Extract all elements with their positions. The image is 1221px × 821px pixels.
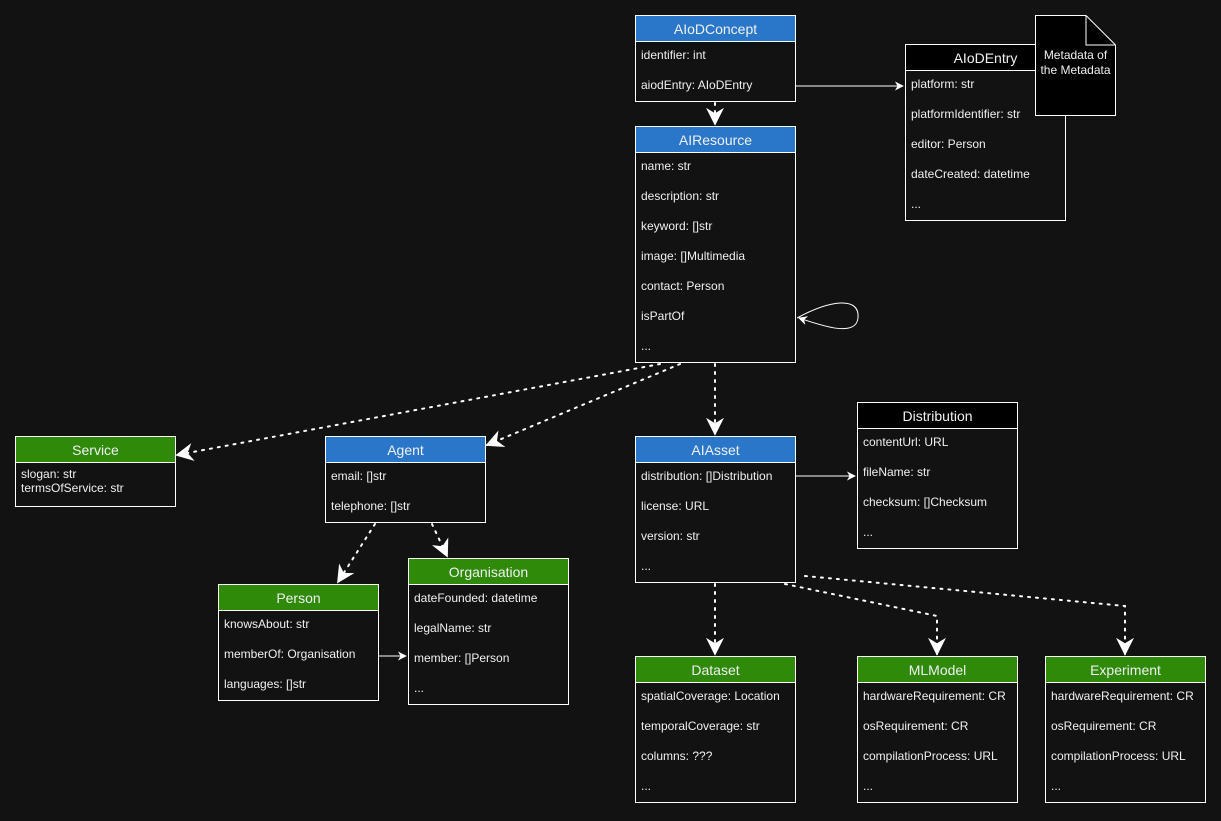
attribute-row: distribution: []Distribution: [641, 469, 773, 483]
edge-agent-person: [337, 523, 376, 584]
attribute-row: dateFounded: datetime: [414, 591, 538, 605]
attribute-row: ...: [641, 559, 652, 573]
attribute-row: languages: []str: [224, 677, 307, 691]
edge-asset-experiment: [804, 575, 1134, 656]
class-box-aiodconcept[interactable]: AIoDConcept identifier: int aiodEntry: AIo…: [635, 15, 796, 102]
class-box-distribution[interactable]: Distribution contentUrl: URL fileName: str…: [857, 402, 1018, 549]
attribute-row: member: []Person: [414, 651, 510, 665]
class-title: Organisation: [409, 559, 568, 585]
attribute-row: name: str: [641, 159, 692, 173]
attribute-list: distribution: []Distribution license: URL…: [636, 461, 795, 581]
attribute-row: image: []Multimedia: [641, 249, 746, 263]
edge-asset-mlmodel: [784, 583, 946, 656]
class-title: Distribution: [858, 403, 1017, 429]
attribute-row: ...: [1051, 779, 1062, 793]
attribute-row: spatialCoverage: Location: [641, 689, 780, 703]
attribute-list: email: []str telephone: []str: [326, 461, 485, 521]
attribute-row: osRequirement: CR: [1051, 719, 1157, 733]
attribute-list: name: str description: str keyword: []str i…: [636, 151, 795, 361]
attribute-list: identifier: int aiodEntry: AIoDEntry: [636, 40, 795, 100]
attribute-row: checksum: []Checksum: [863, 495, 988, 509]
attribute-row: ...: [414, 681, 425, 695]
attribute-row: telephone: []str: [331, 499, 411, 513]
class-box-dataset[interactable]: Dataset spatialCoverage: Location temporal…: [635, 656, 796, 803]
attribute-row: memberOf: Organisation: [224, 647, 356, 661]
attribute-list: dateFounded: datetime legalName: str membe…: [409, 583, 568, 703]
attribute-row: editor: Person: [911, 137, 986, 151]
attribute-row: license: URL: [641, 499, 710, 513]
class-box-organisation[interactable]: Organisation dateFounded: datetime legalNa…: [408, 558, 569, 705]
class-box-agent[interactable]: Agent email: []str telephone: []str: [325, 436, 486, 523]
class-title: AIoDConcept: [636, 16, 795, 42]
attribute-row: compilationProcess: URL: [1051, 749, 1186, 763]
attribute-row: termsOfService: str: [21, 481, 124, 495]
attribute-row: legalName: str: [414, 621, 492, 635]
attribute-row: ...: [863, 525, 874, 539]
attribute-row: identifier: int: [641, 48, 706, 62]
attribute-row: aiodEntry: AIoDEntry: [641, 78, 753, 92]
class-title: Agent: [326, 437, 485, 463]
class-box-mlmodel[interactable]: MLModel hardwareRequirement: CR osRequirem…: [857, 656, 1018, 803]
attribute-row: ...: [641, 339, 652, 353]
class-title: Dataset: [636, 657, 795, 683]
class-title: Service: [16, 437, 175, 463]
note-line-1: Metadata of: [1043, 48, 1108, 62]
attribute-row: contentUrl: URL: [863, 435, 949, 449]
attribute-row: hardwareRequirement: CR: [863, 689, 1006, 703]
class-title: Experiment: [1046, 657, 1205, 683]
attribute-row: slogan: str: [21, 467, 77, 481]
attribute-row: ...: [863, 779, 874, 793]
attribute-row: fileName: str: [863, 465, 931, 479]
attribute-row: keyword: []str: [641, 219, 713, 233]
attribute-row: contact: Person: [641, 279, 725, 293]
attribute-list: contentUrl: URL fileName: str checksum: []…: [858, 427, 1017, 547]
attribute-row: temporalCoverage: str: [641, 719, 760, 733]
attribute-row: dateCreated: datetime: [911, 167, 1030, 181]
attribute-row: isPartOf: [641, 309, 685, 323]
class-box-experiment[interactable]: Experiment hardwareRequirement: CR osRequi…: [1045, 656, 1206, 803]
attribute-row: compilationProcess: URL: [863, 749, 998, 763]
class-title: AIResource: [636, 127, 795, 153]
attribute-list: slogan: str termsOfService: str: [16, 467, 175, 495]
class-box-service[interactable]: Service slogan: str termsOfService: str: [15, 436, 176, 507]
attribute-row: ...: [911, 197, 922, 211]
attribute-row: email: []str: [331, 469, 387, 483]
class-box-aiasset[interactable]: AIAsset distribution: []Distribution licen…: [635, 436, 796, 583]
attribute-row: hardwareRequirement: CR: [1051, 689, 1194, 703]
attribute-list: hardwareRequirement: CR osRequirement: CR…: [858, 681, 1017, 801]
edge-resource-agent: [485, 363, 681, 448]
class-box-person[interactable]: Person knowsAbout: str memberOf: Organisat…: [218, 584, 379, 701]
attribute-list: spatialCoverage: Location temporalCoverag…: [636, 681, 795, 801]
class-title: AIAsset: [636, 437, 795, 463]
attribute-list: knowsAbout: str memberOf: Organisation lan…: [219, 609, 378, 699]
attribute-row: osRequirement: CR: [863, 719, 969, 733]
note-line-2: the Metadata: [1040, 63, 1111, 77]
attribute-row: ...: [641, 779, 652, 793]
attribute-row: knowsAbout: str: [224, 617, 310, 631]
attribute-row: description: str: [641, 189, 720, 203]
attribute-list: hardwareRequirement: CR osRequirement: CR…: [1046, 681, 1205, 801]
attribute-row: version: str: [641, 529, 700, 543]
class-box-airesource[interactable]: AIResource name: str description: str keywo…: [635, 126, 796, 363]
metadata-note-text: Metadata of the Metadata: [1035, 48, 1116, 78]
edge-agent-organisation: [431, 523, 449, 558]
attribute-row: columns: ???: [641, 749, 713, 763]
edge-ispartof-self: [796, 302, 859, 330]
class-title: Person: [219, 585, 378, 611]
class-title: MLModel: [858, 657, 1017, 683]
